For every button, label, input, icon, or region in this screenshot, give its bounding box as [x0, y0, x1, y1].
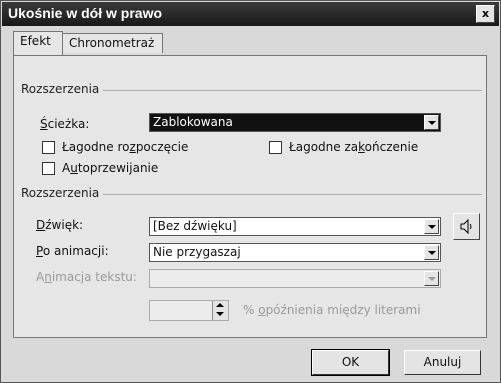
- smooth-end-label: Łagodne zakończenie: [289, 140, 419, 154]
- text-animation-label: Animacja tekstu:: [36, 270, 137, 284]
- tab-effect[interactable]: Efekt: [13, 31, 63, 55]
- autoreverse-checkbox[interactable]: [42, 162, 55, 175]
- smooth-start-checkbox[interactable]: [42, 141, 55, 154]
- after-animation-value: Nie przygaszaj: [153, 245, 241, 259]
- spinner-buttons[interactable]: [212, 301, 228, 320]
- speaker-icon-glyph: [460, 218, 472, 235]
- path-label: Ścieżka:: [40, 117, 90, 131]
- tab-panel: Rozszerzenia Ścieżka: Zablokowana Łagodn…: [13, 55, 487, 338]
- sound-select[interactable]: [Bez dźwięku]: [149, 217, 441, 236]
- text-animation-select[interactable]: [149, 269, 441, 288]
- group-label-enhancements: Rozszerzenia: [21, 82, 104, 96]
- ok-button[interactable]: OK: [311, 349, 390, 376]
- chevron-down-icon[interactable]: [424, 115, 439, 130]
- chevron-down-icon[interactable]: [424, 271, 439, 286]
- after-animation-select[interactable]: Nie przygaszaj: [149, 243, 441, 262]
- spin-up-icon[interactable]: [216, 303, 224, 307]
- sound-label: Dźwięk:: [36, 218, 84, 232]
- custom-animation-dialog: Ukośnie w dół w prawo x Efekt Chronometr…: [0, 0, 501, 383]
- path-select[interactable]: Zablokowana: [149, 113, 441, 132]
- letter-delay-spinner[interactable]: [149, 300, 229, 321]
- close-icon[interactable]: x: [476, 5, 495, 23]
- after-animation-label: Po animacji:: [36, 244, 109, 258]
- chevron-down-icon[interactable]: [424, 245, 439, 260]
- chevron-down-icon[interactable]: [424, 219, 439, 234]
- speaker-icon[interactable]: [453, 213, 480, 240]
- cancel-button[interactable]: Anuluj: [404, 350, 481, 375]
- tab-timing[interactable]: Chronometraż: [62, 33, 163, 53]
- autoreverse-label: Autoprzewijanie: [62, 161, 159, 175]
- smooth-start-label: Łagodne rozpoczęcie: [62, 140, 189, 154]
- group-label-enhancements: Rozszerzenia: [21, 186, 104, 200]
- letter-delay-label: % opóźnienia między literami: [243, 303, 421, 317]
- smooth-end-checkbox[interactable]: [269, 141, 282, 154]
- sound-value: [Bez dźwięku]: [153, 219, 237, 233]
- path-value: Zablokowana: [153, 115, 233, 129]
- title-bar: Ukośnie w dół w prawo x: [2, 2, 499, 26]
- spin-down-icon[interactable]: [216, 312, 224, 316]
- dialog-title: Ukośnie w dół w prawo: [8, 5, 163, 21]
